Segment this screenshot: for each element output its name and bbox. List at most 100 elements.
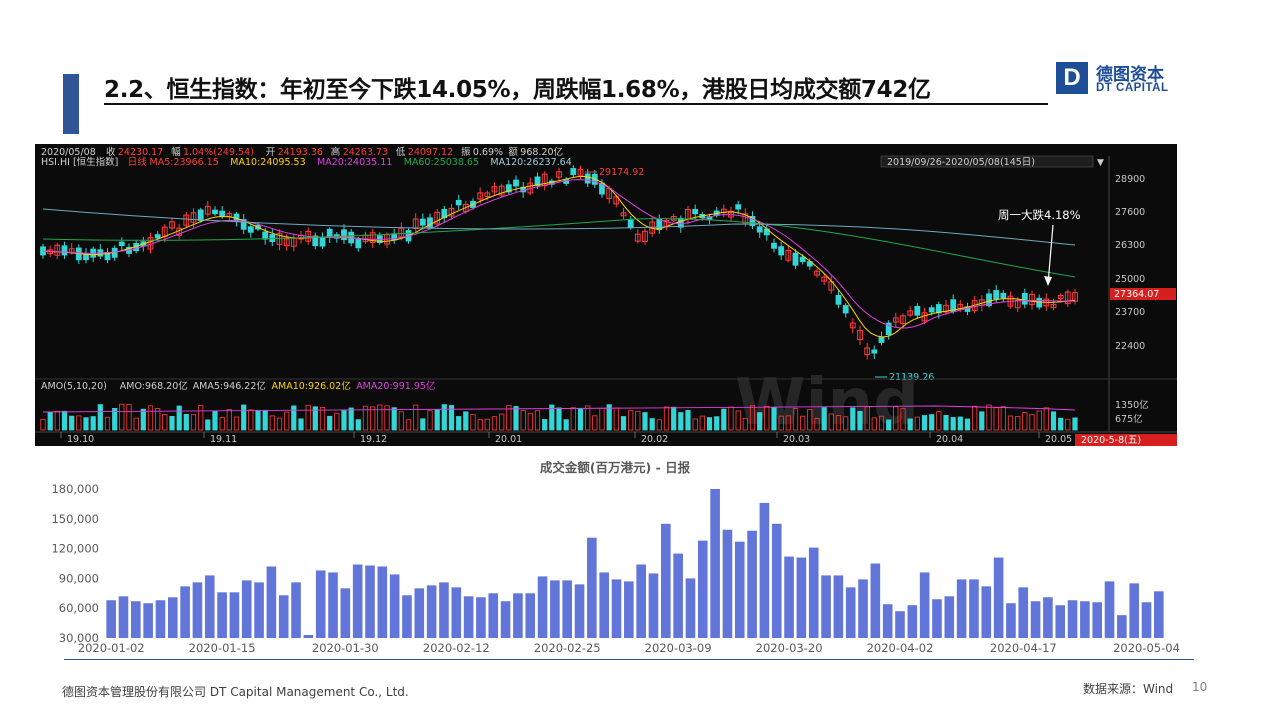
x-tick-label: 2020-03-09 [645, 641, 712, 655]
volume-bar [76, 415, 82, 431]
turnover-bar [426, 585, 437, 638]
volume-bar [1036, 410, 1042, 431]
candle-body [735, 204, 742, 210]
candle-body [219, 210, 226, 217]
volume-bar [427, 410, 433, 431]
volume-bar [441, 404, 447, 431]
volume-bar [262, 409, 268, 431]
turnover-bar [648, 573, 659, 638]
volume-bar [577, 408, 584, 431]
volume-bar [104, 416, 111, 431]
volume-bar [921, 415, 928, 431]
header-text: AMA10:926.02亿 [272, 380, 351, 392]
turnover-bar [1043, 597, 1053, 638]
turnover-bar [1067, 600, 1078, 638]
turnover-bar-chart: 成交金额(百万港元) - 日报 30,000 60,000 90,000 120,00… [30, 452, 1200, 661]
volume-bar [90, 416, 96, 431]
header-text: MA60:25038.65 [404, 157, 479, 168]
candle-body [83, 253, 89, 261]
title-accent-bar [63, 74, 79, 134]
candle-body [355, 239, 362, 249]
volume-bar [972, 405, 978, 431]
candle-body [878, 336, 885, 343]
volume-bar [484, 418, 490, 431]
volume-bar [979, 411, 985, 431]
turnover-bar [266, 566, 277, 638]
volume-bar [1050, 411, 1057, 431]
turnover-bar [525, 593, 536, 638]
volume-bar [957, 416, 963, 431]
volume-bar [477, 419, 483, 431]
volume-bar [678, 412, 684, 431]
volume-bar [671, 406, 677, 431]
volume-bar [61, 410, 68, 431]
turnover-bar [1092, 602, 1103, 638]
x-tick-label: 2020-02-25 [534, 641, 601, 655]
volume-bar [699, 415, 705, 431]
turnover-bar [1030, 601, 1041, 638]
volume-bar [714, 416, 720, 431]
volume-bar [706, 417, 713, 431]
bottom-rule [64, 659, 1194, 661]
turnover-bar [821, 575, 831, 638]
volume-bar [269, 415, 275, 431]
volume-bar [205, 419, 211, 431]
candle-body [419, 218, 426, 226]
turnover-bar [697, 540, 708, 638]
turnover-bar [710, 489, 720, 638]
volume-bar [491, 416, 498, 431]
turnover-bar [1141, 602, 1152, 638]
candle-body [692, 209, 699, 215]
annotation-arrowhead-icon [1044, 276, 1052, 286]
time-tick-label: 19.12 [360, 434, 387, 445]
volume-bar [162, 413, 168, 431]
candle-body [118, 241, 125, 246]
volume-bar [929, 414, 935, 431]
current-price-label: 27364.07 [1114, 289, 1159, 300]
price-tick-label: 27600 [1115, 207, 1145, 218]
range-arrow-icon[interactable]: ▼ [1097, 158, 1104, 168]
volume-tick-label: 675亿 [1115, 413, 1143, 425]
volume-bar [950, 417, 956, 431]
logo-mark: D [1056, 62, 1088, 94]
candle-body [247, 226, 254, 233]
time-tick-label: 20.01 [495, 434, 522, 445]
turnover-bar [858, 579, 868, 638]
turnover-bar [254, 582, 264, 638]
volume-bar [534, 410, 541, 431]
volume-bar [147, 405, 154, 431]
candle-body [756, 226, 763, 233]
candle-body [1000, 292, 1007, 299]
time-tick-label: 19.11 [210, 434, 237, 445]
time-tick-label: 20.04 [936, 434, 963, 445]
hsi-candlestick-panel: 2020/05/08 收 24230.17 幅 1.04%(249.54) 开 24193.… [35, 144, 1177, 446]
y-tick-label: 120,000 [51, 542, 99, 556]
header-text: MA10:24095.53 [230, 157, 305, 168]
turnover-bar [389, 574, 400, 638]
turnover-bar [402, 595, 412, 638]
volume-bar [499, 413, 505, 431]
turnover-bar [513, 593, 523, 638]
turnover-bar [993, 557, 1004, 638]
turnover-bar [808, 547, 819, 638]
volume-bar [413, 404, 419, 431]
volume-bar [692, 418, 698, 431]
header-text: AMO:968.20亿 [120, 380, 188, 392]
volume-bar [341, 409, 347, 431]
turnover-bar [796, 557, 807, 638]
logo-english-name: DT CAPITAL [1096, 82, 1169, 94]
turnover-bar-svg: 30,00060,00090,000120,000150,000180,0002… [51, 482, 1194, 661]
volume-bar [233, 416, 240, 431]
turnover-bar [895, 611, 905, 638]
price-tick-label: 26300 [1115, 240, 1145, 251]
price-tick-label: 28900 [1115, 174, 1145, 185]
turnover-bar [365, 565, 375, 638]
turnover-bar [118, 596, 129, 638]
y-tick-label: 180,000 [51, 482, 99, 496]
turnover-bar [476, 597, 486, 638]
turnover-bar [414, 588, 425, 638]
volume-bar [1022, 412, 1028, 431]
header-text: HSI.HI [恒生指数] [41, 156, 118, 168]
turnover-bar [488, 593, 499, 638]
high-label: 29174.92 [599, 167, 644, 178]
